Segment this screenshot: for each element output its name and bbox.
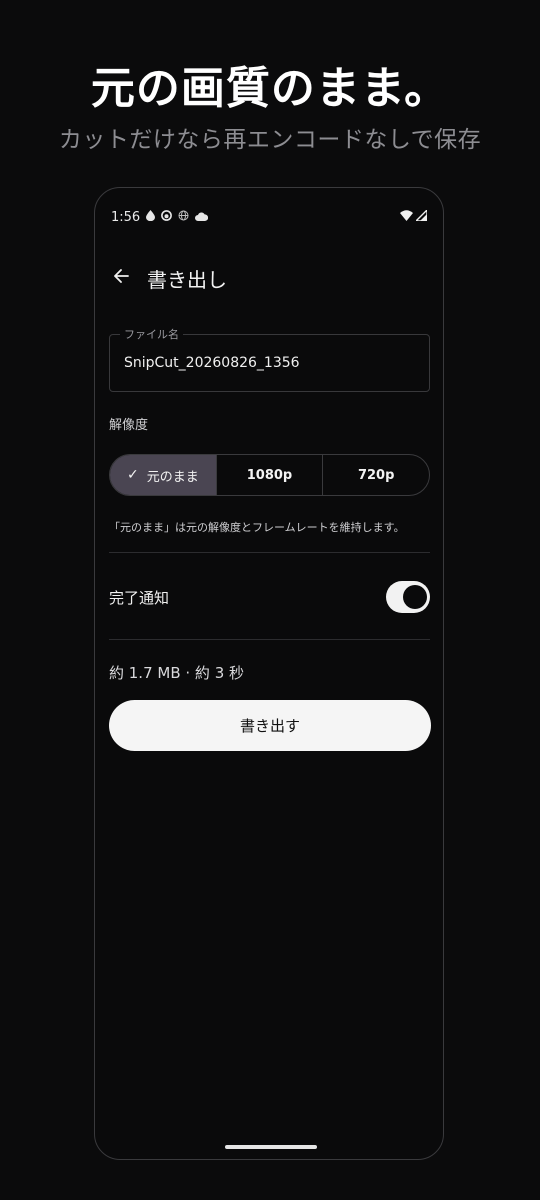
wifi-icon xyxy=(400,209,413,225)
face-icon xyxy=(161,209,173,225)
page-title: 書き出し xyxy=(147,267,227,292)
toggle-knob xyxy=(403,585,427,609)
resolution-hint: 「元のまま」は元の解像度とフレームレートを維持します。 xyxy=(109,521,405,534)
phone-frame: 1:56 書き出し ファイル名 SnipCut_20260826_1356 解像… xyxy=(94,187,444,1160)
file-name-label: ファイル名 xyxy=(120,326,183,342)
resolution-label: 解像度 xyxy=(109,418,149,433)
notification-toggle[interactable] xyxy=(386,581,430,613)
promo-headline: 元の画質のまま。 xyxy=(90,63,450,114)
promo-subheadline: カットだけなら再エンコードなしで保存 xyxy=(58,127,482,153)
cloud-icon xyxy=(195,210,209,225)
resolution-option-label: 1080p xyxy=(246,467,293,483)
notification-label: 完了通知 xyxy=(109,588,170,607)
resolution-option-label: 720p xyxy=(357,467,395,483)
signal-icon xyxy=(414,207,428,225)
divider xyxy=(109,639,430,640)
arrow-back-icon xyxy=(113,268,129,288)
resolution-option-label: 元のまま xyxy=(146,469,199,485)
resolution-option-1080p[interactable]: 1080p xyxy=(215,455,323,495)
water-drop-icon xyxy=(146,209,156,225)
file-name-input[interactable] xyxy=(124,355,414,371)
status-time: 1:56 xyxy=(111,209,141,225)
home-indicator[interactable] xyxy=(225,1145,317,1149)
divider xyxy=(109,552,430,553)
export-estimate: 約 1.7 MB · 約 3 秒 xyxy=(109,664,245,682)
notification-row: 完了通知 xyxy=(109,580,430,614)
status-bar: 1:56 xyxy=(111,207,428,226)
screen: 元の画質のまま。 カットだけなら再エンコードなしで保存 1:56 書き出し ファ… xyxy=(0,0,540,1200)
file-name-field: ファイル名 xyxy=(109,326,430,392)
resolution-option-original[interactable]: ✓ 元のまま xyxy=(110,455,216,495)
resolution-selector: ✓ 元のまま 1080p 720p xyxy=(109,454,430,496)
check-icon: ✓ xyxy=(126,467,139,483)
back-button[interactable] xyxy=(109,266,133,290)
app-bar: 書き出し xyxy=(109,262,429,294)
export-button[interactable]: 書き出す xyxy=(109,700,431,751)
globe-icon xyxy=(178,210,189,225)
resolution-option-720p[interactable]: 720p xyxy=(322,455,429,495)
